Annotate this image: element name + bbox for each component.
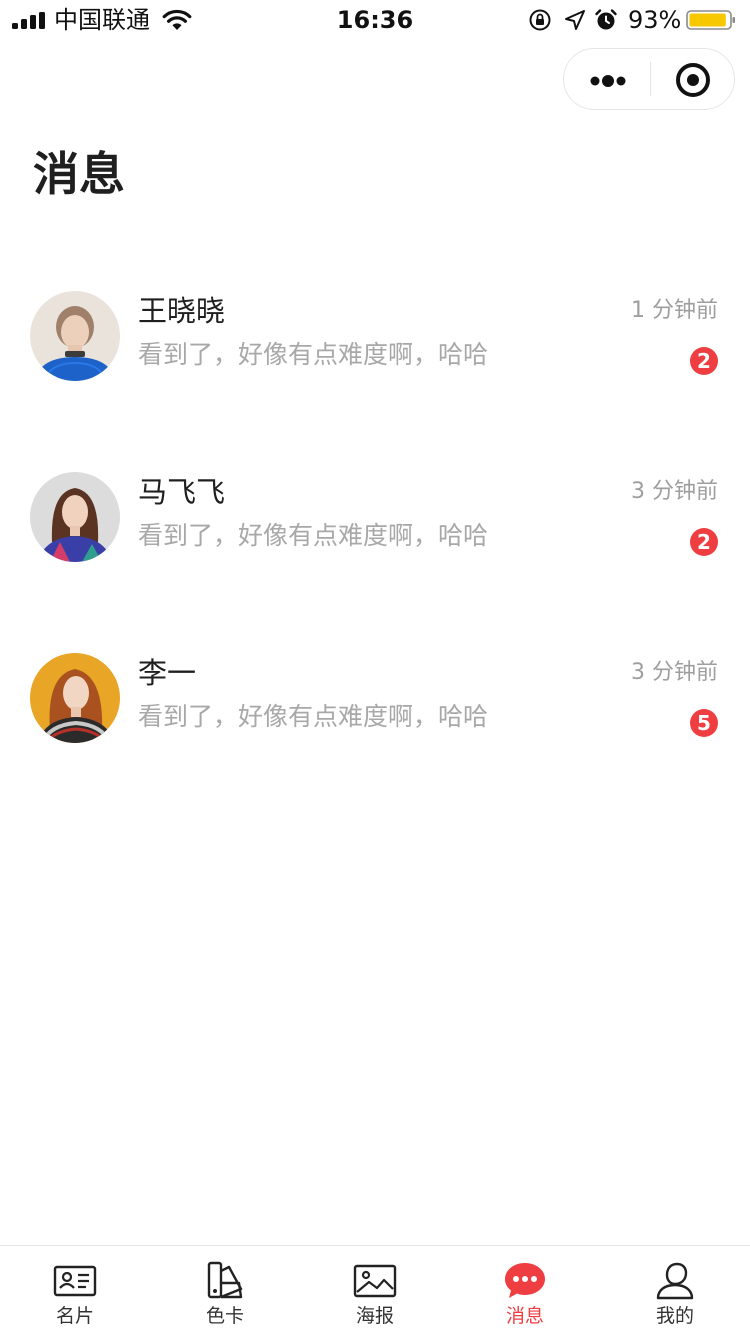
miniprogram-capsule [563, 48, 735, 110]
tab-label: 色卡 [205, 1305, 244, 1327]
user-profile-icon [656, 1262, 694, 1300]
avatar [30, 653, 120, 743]
message-item[interactable]: 李一 看到了，好像有点难度啊，哈哈 3 分钟前 5 [0, 622, 750, 803]
tab-label: 我的 [655, 1305, 694, 1327]
message-time: 1 分钟前 [631, 298, 718, 323]
message-preview: 看到了，好像有点难度啊，哈哈 [138, 340, 489, 369]
avatar [30, 291, 120, 381]
message-list: 王晓晓 看到了，好像有点难度啊，哈哈 1 分钟前 2 马飞飞 看到了，好像有点难… [0, 260, 750, 803]
tab-business-card[interactable]: 名片 [0, 1246, 150, 1334]
bottom-tab-bar: 名片 色卡 海报 消息 我的 [0, 1245, 750, 1334]
more-dots-icon [590, 75, 626, 87]
target-circle-icon [676, 63, 710, 97]
image-poster-icon [353, 1264, 397, 1298]
unread-badge: 5 [690, 709, 718, 737]
status-bar: 中国联通 16:36 93% [0, 0, 750, 40]
more-options-button[interactable] [564, 49, 650, 109]
message-preview: 看到了，好像有点难度啊，哈哈 [138, 521, 489, 550]
unread-badge: 2 [690, 528, 718, 556]
message-time: 3 分钟前 [631, 660, 718, 685]
rotation-lock-icon [529, 9, 551, 31]
alarm-clock-icon [595, 9, 617, 30]
battery-percent: 93% [628, 6, 682, 34]
contact-name: 马飞飞 [138, 475, 226, 509]
message-item[interactable]: 王晓晓 看到了，好像有点难度啊，哈哈 1 分钟前 2 [0, 260, 750, 441]
tab-label: 消息 [505, 1305, 544, 1327]
tab-poster[interactable]: 海报 [300, 1246, 450, 1334]
chat-bubble-icon [505, 1263, 545, 1298]
unread-badge: 2 [690, 347, 718, 375]
color-swatch-icon [207, 1261, 243, 1299]
battery-icon [686, 10, 735, 30]
tab-profile[interactable]: 我的 [600, 1246, 750, 1334]
business-card-icon [53, 1265, 97, 1297]
contact-name: 王晓晓 [138, 294, 226, 328]
tab-label: 海报 [355, 1305, 394, 1327]
tab-color-card[interactable]: 色卡 [150, 1246, 300, 1334]
message-time: 3 分钟前 [631, 479, 718, 504]
location-arrow-icon [565, 10, 585, 30]
message-preview: 看到了，好像有点难度啊，哈哈 [138, 702, 489, 731]
tab-messages[interactable]: 消息 [450, 1246, 600, 1334]
contact-name: 李一 [138, 656, 197, 690]
avatar [30, 472, 120, 562]
tab-label: 名片 [55, 1305, 94, 1327]
page-title: 消息 [33, 147, 125, 201]
message-item[interactable]: 马飞飞 看到了，好像有点难度啊，哈哈 3 分钟前 2 [0, 441, 750, 622]
close-miniprogram-button[interactable] [651, 49, 735, 109]
